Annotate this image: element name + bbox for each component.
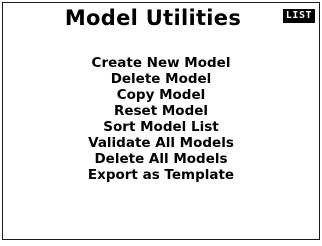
menu-item-create-new-model[interactable]: Create New Model — [3, 55, 319, 71]
menu-list: Create New Model Delete Model Copy Model… — [3, 55, 319, 183]
page-title: Model Utilities — [64, 6, 242, 30]
menu-item-delete-model[interactable]: Delete Model — [3, 71, 319, 87]
menu-item-delete-all-models[interactable]: Delete All Models — [3, 151, 319, 167]
display-screen: Model Utilities LIST Create New Model De… — [2, 2, 320, 240]
menu-item-sort-model-list[interactable]: Sort Model List — [3, 119, 319, 135]
list-badge[interactable]: LIST — [282, 9, 315, 23]
menu-item-reset-model[interactable]: Reset Model — [3, 103, 319, 119]
menu-item-export-as-template[interactable]: Export as Template — [3, 167, 319, 183]
menu-item-copy-model[interactable]: Copy Model — [3, 87, 319, 103]
menu-item-validate-all-models[interactable]: Validate All Models — [3, 135, 319, 151]
